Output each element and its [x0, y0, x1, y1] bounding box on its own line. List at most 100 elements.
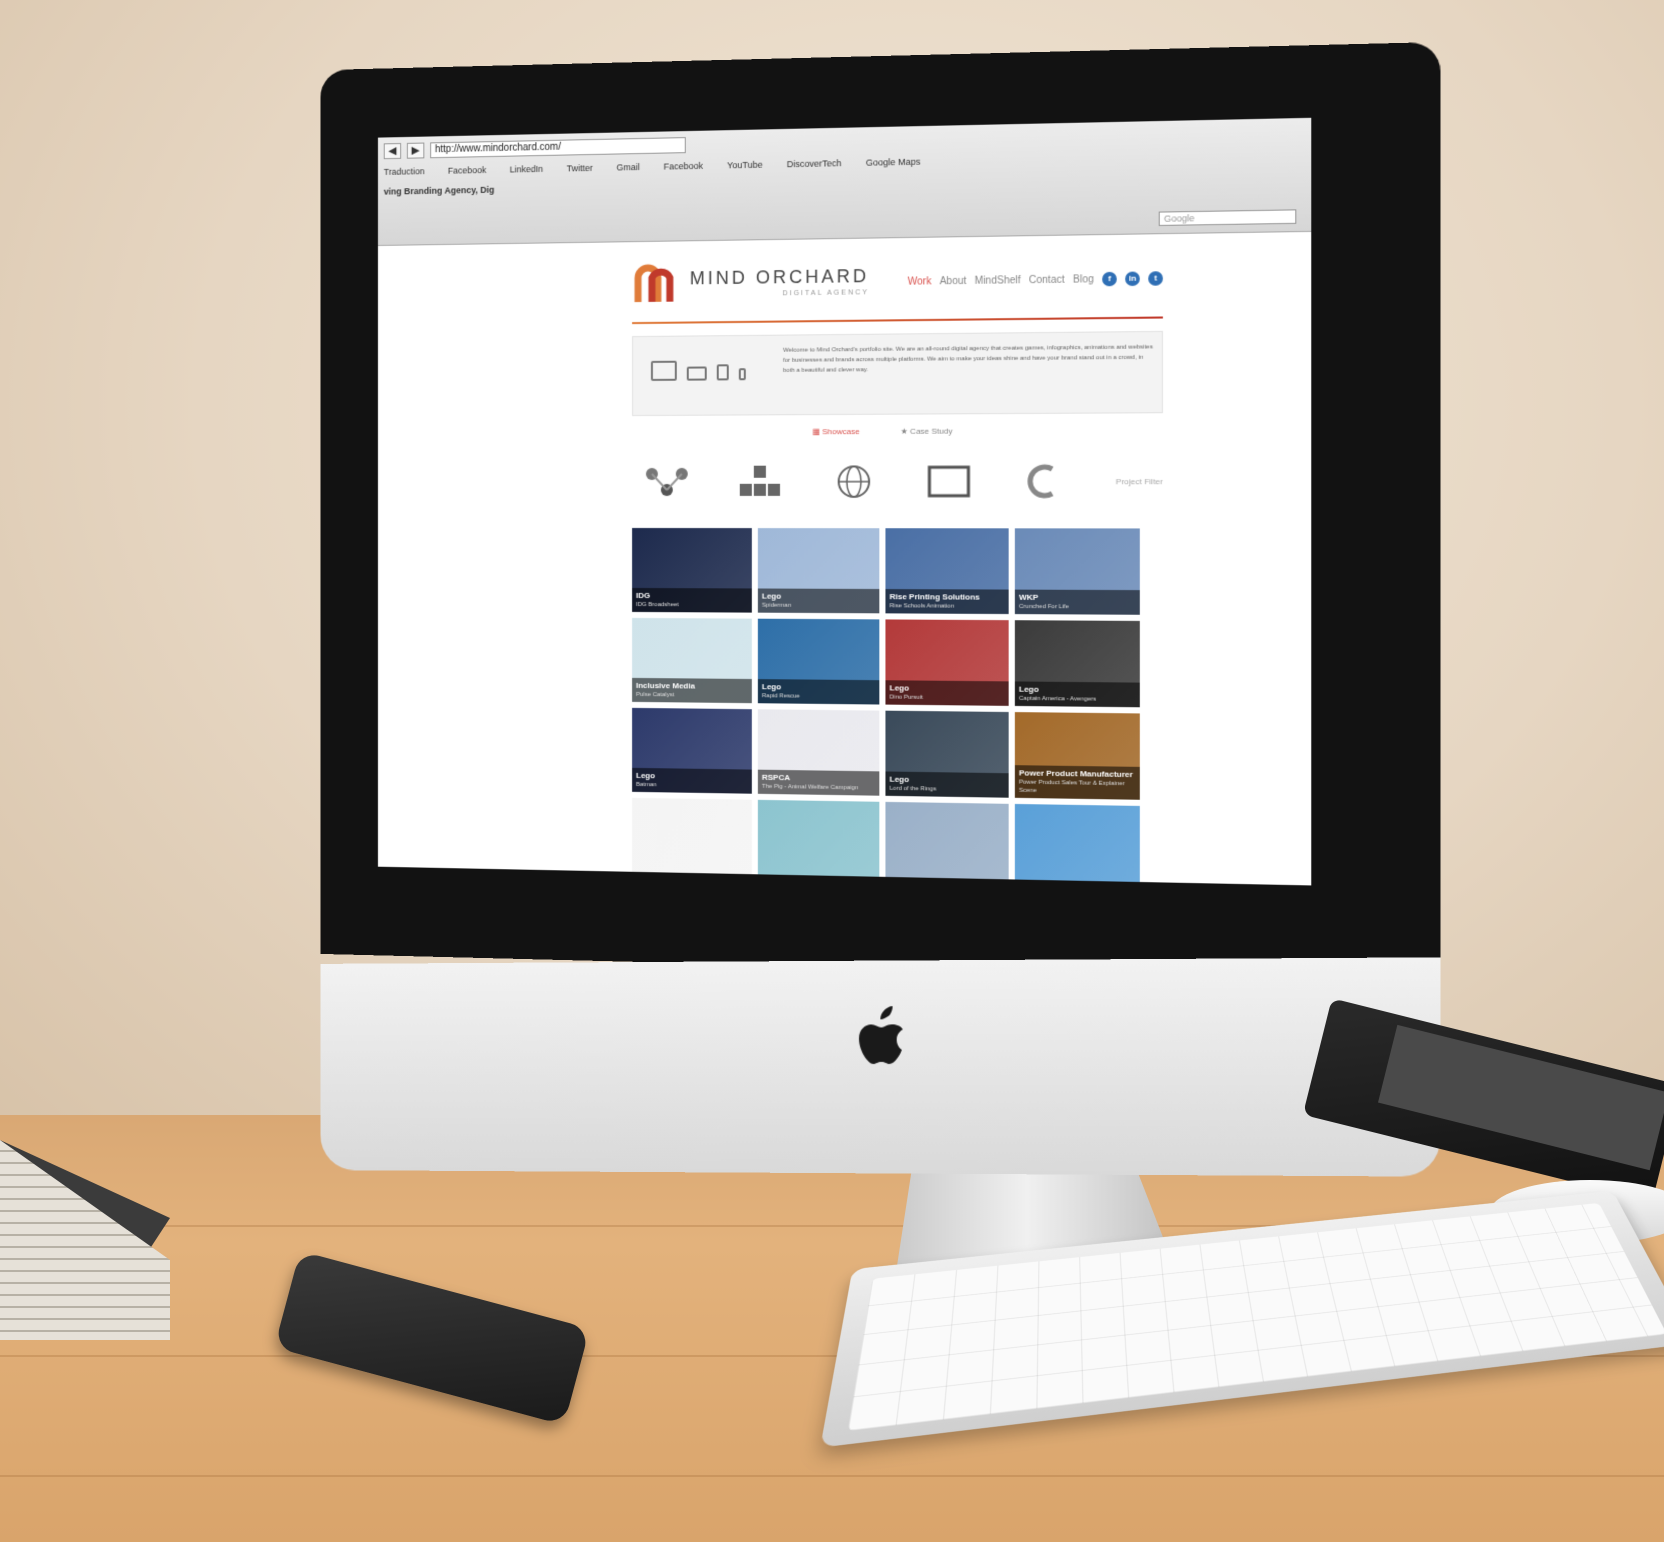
- tab-case-study-label: Case Study: [910, 426, 953, 436]
- screen-filter-icon[interactable]: [923, 461, 974, 502]
- linkedin-icon[interactable]: in: [1125, 271, 1140, 287]
- tile-caption: Inclusive Media Pulse Catalyst: [632, 677, 752, 704]
- tile-title: WKP: [1018, 592, 1039, 602]
- project-tile[interactable]: Lego Lord of the Rings: [885, 710, 1009, 798]
- address-bar[interactable]: http://www.mindorchard.com/: [430, 137, 686, 159]
- tile-caption: Lego Rapid Rescue: [757, 679, 880, 705]
- brand-name: MIND ORCHARD: [689, 265, 870, 289]
- tile-subtitle: Captain America - Avengers: [1018, 695, 1097, 703]
- project-tile[interactable]: [1014, 803, 1140, 886]
- project-tile[interactable]: [885, 801, 1009, 886]
- tile-subtitle: Power Product Sales Tour & Explainer Sce…: [1018, 779, 1125, 795]
- tile-subtitle: Lord of the Rings: [889, 785, 937, 793]
- bookmark-item[interactable]: Facebook: [664, 161, 703, 172]
- brand-tagline: DIGITAL AGENCY: [782, 289, 870, 298]
- intro-text: Welcome to Mind Orchard's portfolio site…: [783, 344, 1153, 374]
- nav-mindshelf[interactable]: MindShelf: [975, 275, 1021, 287]
- tile-caption: RSPCA The Pig - Animal Welfare Campaign: [757, 769, 880, 796]
- view-tabs: ▦ Showcase ★ Case Study: [812, 427, 952, 437]
- games-filter-icon[interactable]: [642, 462, 692, 502]
- project-tile[interactable]: Lego Rapid Rescue: [757, 618, 880, 705]
- bookmark-item[interactable]: LinkedIn: [510, 164, 543, 175]
- tile-caption: Lego Captain America - Avengers: [1014, 681, 1140, 708]
- bookmark-item[interactable]: DiscoverTech: [787, 158, 842, 169]
- globe-filter-icon[interactable]: [829, 461, 880, 502]
- search-input[interactable]: Google: [1158, 209, 1297, 226]
- tile-caption: Power Product Manufacturer Power Product …: [1014, 765, 1140, 800]
- mind-orchard-logo-icon: [634, 262, 676, 307]
- project-tile[interactable]: Lego Dino Pursuit: [885, 619, 1009, 706]
- site-logo[interactable]: MIND ORCHARD DIGITAL AGENCY: [632, 259, 869, 306]
- header-divider: [632, 316, 1163, 325]
- project-grid: IDG IDG Broadsheet Lego Spiderman Rise Print…: [632, 527, 1142, 886]
- desktop-icon: [650, 360, 677, 381]
- project-filter-label[interactable]: Project Filter: [1116, 476, 1163, 485]
- tile-subtitle: Crunched For Life: [1018, 603, 1069, 611]
- twitter-icon[interactable]: t: [1148, 271, 1163, 286]
- tile-subtitle: The Pig - Animal Welfare Campaign: [761, 783, 859, 792]
- apple-logo-icon: [858, 1006, 903, 1064]
- phone-icon: [738, 368, 746, 381]
- bookmark-item[interactable]: Traduction: [384, 166, 425, 177]
- project-tile[interactable]: RSPCA The Pig - Animal Welfare Campaign: [757, 709, 880, 796]
- bookmark-item[interactable]: Facebook: [448, 165, 486, 176]
- project-tile[interactable]: Inclusive Media Pulse Catalyst: [632, 617, 752, 704]
- bookmark-item[interactable]: Twitter: [567, 163, 593, 173]
- imac-monitor: ◀ ▶ http://www.mindorchard.com/ Traducti…: [312, 41, 1441, 1312]
- project-tile[interactable]: Lego Captain America - Avengers: [1014, 620, 1140, 708]
- tile-title: Lego: [761, 591, 782, 601]
- laptop-icon: [686, 366, 707, 381]
- bookmark-item[interactable]: Google Maps: [866, 157, 921, 168]
- tile-caption: IDG IDG Broadsheet: [632, 587, 752, 613]
- tile-subtitle: Batman: [636, 781, 657, 789]
- tile-subtitle: Rapid Rescue: [761, 693, 800, 700]
- tile-caption: Rise Printing Solutions Rise Schools Anim…: [885, 589, 1009, 615]
- browser-tab[interactable]: ving Branding Agency, Dig: [384, 185, 495, 197]
- tile-caption: Lego Lord of the Rings: [885, 771, 1009, 798]
- animation-filter-icon[interactable]: [1019, 461, 1071, 502]
- tile-caption: Lego Spiderman: [757, 588, 880, 614]
- project-tile[interactable]: Lego Batman: [632, 707, 752, 794]
- monitor-chin: [320, 957, 1441, 1177]
- project-filters: Project Filter: [642, 450, 1163, 512]
- main-nav: Work About MindShelf Contact Blog f in t: [908, 271, 1163, 289]
- bookmark-item[interactable]: YouTube: [727, 160, 763, 171]
- blocks-filter-icon[interactable]: [735, 462, 785, 502]
- tile-subtitle: Rise Schools Animation: [889, 603, 955, 610]
- forward-button[interactable]: ▶: [406, 142, 425, 159]
- project-tile[interactable]: Power Product Manufacturer Power Product …: [1014, 712, 1140, 800]
- tab-showcase-label: Showcase: [822, 426, 860, 437]
- intro-panel: Welcome to Mind Orchard's portfolio site…: [632, 330, 1163, 417]
- project-tile[interactable]: IDG IDG Broadsheet: [632, 527, 752, 613]
- tile-caption: Lego Batman: [632, 767, 752, 794]
- tile-subtitle: Dino Pursuit: [889, 694, 923, 701]
- tile-title: Rise Printing Solutions: [889, 592, 980, 602]
- nav-work[interactable]: Work: [908, 276, 932, 287]
- nav-blog[interactable]: Blog: [1073, 274, 1094, 286]
- tile-caption: Lego Dino Pursuit: [885, 680, 1009, 706]
- tile-title: IDG: [636, 590, 651, 601]
- project-tile[interactable]: [632, 797, 752, 885]
- bookmark-item[interactable]: Gmail: [616, 162, 639, 172]
- back-button[interactable]: ◀: [383, 143, 402, 160]
- project-tile[interactable]: Rise Printing Solutions Rise Schools Anim…: [885, 528, 1009, 615]
- monitor-screen: ◀ ▶ http://www.mindorchard.com/ Traducti…: [377, 117, 1312, 886]
- nav-contact[interactable]: Contact: [1029, 274, 1065, 286]
- project-tile[interactable]: [757, 799, 880, 886]
- bookmarks-bar: Traduction Facebook LinkedIn Twitter Gmail Fa…: [384, 156, 939, 177]
- facebook-icon[interactable]: f: [1102, 271, 1117, 287]
- tile-caption: WKP Crunched For Life: [1014, 589, 1140, 615]
- devices-illustration: [650, 360, 746, 381]
- tile-subtitle: Spiderman: [761, 602, 792, 609]
- browser-chrome: ◀ ▶ http://www.mindorchard.com/ Traducti…: [377, 117, 1312, 246]
- website-page: MIND ORCHARD DIGITAL AGENCY Work About Min…: [632, 244, 1163, 886]
- tab-case-study[interactable]: ★ Case Study: [900, 427, 952, 436]
- tile-subtitle: Pulse Catalyst: [636, 691, 675, 699]
- monitor-bezel: ◀ ▶ http://www.mindorchard.com/ Traducti…: [320, 41, 1441, 983]
- project-tile[interactable]: WKP Crunched For Life: [1014, 528, 1140, 615]
- tile-subtitle: IDG Broadsheet: [636, 601, 679, 609]
- tablet-icon: [716, 364, 729, 381]
- tab-showcase[interactable]: ▦ Showcase: [812, 427, 859, 436]
- project-tile[interactable]: Lego Spiderman: [757, 528, 880, 614]
- nav-about[interactable]: About: [940, 275, 967, 287]
